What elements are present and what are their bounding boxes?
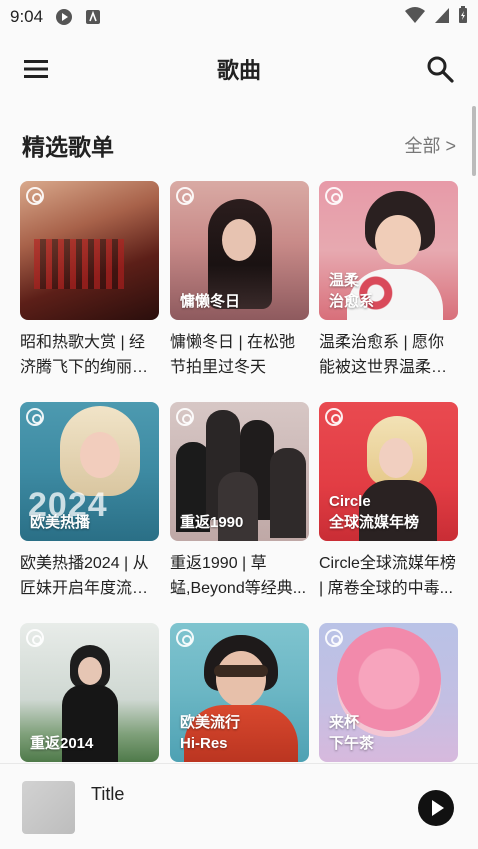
playlist-cover: 重返2014 xyxy=(20,623,159,762)
netease-logo-icon xyxy=(325,187,343,205)
cover-title: 温柔 治愈系 xyxy=(329,272,375,310)
netease-logo-icon xyxy=(176,187,194,205)
playlist-description: 欧美热播2024 | 从匠妹开启年度流行... xyxy=(20,555,149,597)
now-playing-title: Title xyxy=(91,784,125,804)
menu-button[interactable] xyxy=(22,56,50,82)
section-header: 精选歌单 全部 > xyxy=(0,126,478,162)
status-time: 9:04 xyxy=(10,7,44,26)
netease-logo-icon xyxy=(176,629,194,647)
netease-logo-icon xyxy=(325,629,343,647)
status-bar: 9:04 xyxy=(0,0,478,34)
playlist-cover xyxy=(20,181,159,320)
app-notification-icon xyxy=(85,9,101,25)
playlist-cover: 来杯 下午茶 xyxy=(319,623,458,762)
playlist-description: Circle全球流媒年榜 | 席卷全球的中毒... xyxy=(319,555,456,597)
cover-title: 重返2014 xyxy=(30,735,94,752)
playlist-card[interactable]: 慵懒冬日 慵懒冬日 | 在松弛节拍里过冬天 xyxy=(170,181,309,380)
playlist-cover: 欧美流行 Hi-Res xyxy=(170,623,309,762)
wifi-icon xyxy=(404,6,426,29)
netease-logo-icon xyxy=(26,629,44,647)
cover-title: Circle 全球流媒年榜 xyxy=(329,493,420,531)
playlist-description: 重返1990 | 草蜢,Beyond等经典... xyxy=(170,555,307,597)
mini-player[interactable]: Title xyxy=(0,763,478,849)
playlist-card[interactable]: 温柔 治愈系 温柔治愈系 | 愿你能被这世界温柔对... xyxy=(319,181,458,380)
now-playing-artwork xyxy=(22,781,75,834)
search-button[interactable] xyxy=(425,54,455,84)
see-all-link[interactable]: 全部 > xyxy=(404,132,456,158)
page-title: 歌曲 xyxy=(216,58,261,83)
playlist-cover: 温柔 治愈系 xyxy=(319,181,458,320)
cover-title: 来杯 下午茶 xyxy=(329,714,375,752)
playlist-description: 温柔治愈系 | 愿你能被这世界温柔对... xyxy=(319,334,445,376)
play-button[interactable] xyxy=(418,790,454,826)
app-bar: 歌曲 xyxy=(0,34,478,104)
playlist-card[interactable]: 重返1990 重返1990 | 草蜢,Beyond等经典... xyxy=(170,402,309,601)
search-icon xyxy=(427,56,454,83)
playlist-cover: Circle 全球流媒年榜 xyxy=(319,402,458,541)
netease-logo-icon xyxy=(26,187,44,205)
cover-title: 慵懒冬日 xyxy=(180,293,241,310)
playlist-cover: 2024 欧美热播 xyxy=(20,402,159,541)
section-title: 精选歌单 xyxy=(22,134,114,160)
playlist-card[interactable]: 昭和热歌大赏 | 经济腾飞下的绚丽和... xyxy=(20,181,159,380)
cover-title: 欧美热播 xyxy=(30,514,91,531)
playlist-description: 慵懒冬日 | 在松弛节拍里过冬天 xyxy=(170,334,296,376)
hamburger-menu-icon xyxy=(24,60,48,78)
playlist-card[interactable]: Circle 全球流媒年榜 Circle全球流媒年榜 | 席卷全球的中毒... xyxy=(319,402,458,601)
netease-logo-icon xyxy=(26,408,44,426)
cover-title: 欧美流行 Hi-Res xyxy=(180,714,241,752)
playlist-cover: 慵懒冬日 xyxy=(170,181,309,320)
play-notification-icon xyxy=(55,8,73,26)
battery-icon xyxy=(458,5,468,29)
signal-icon xyxy=(434,6,450,29)
playlist-description: 昭和热歌大赏 | 经济腾飞下的绚丽和... xyxy=(20,334,146,376)
playlist-cover: 重返1990 xyxy=(170,402,309,541)
playlist-card[interactable]: 2024 欧美热播 欧美热播2024 | 从匠妹开启年度流行... xyxy=(20,402,159,601)
netease-logo-icon xyxy=(325,408,343,426)
cover-title: 重返1990 xyxy=(180,514,244,531)
netease-logo-icon xyxy=(176,408,194,426)
